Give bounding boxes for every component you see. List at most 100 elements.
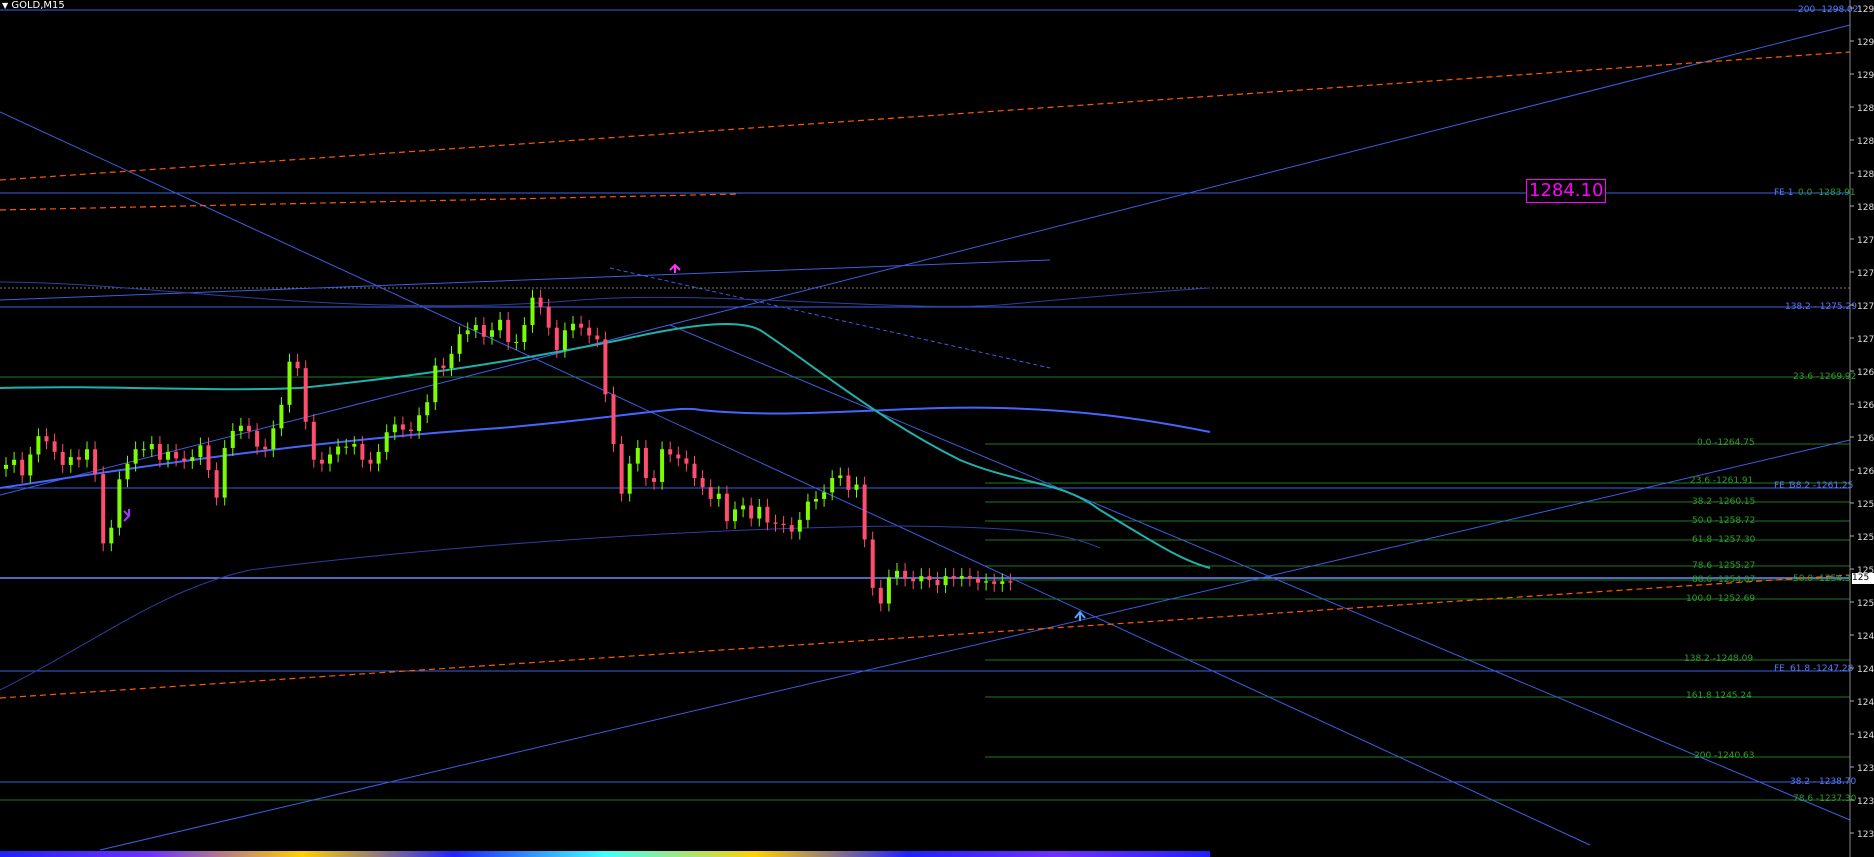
current-price-label: 125 — [1852, 573, 1874, 584]
candle-body — [311, 421, 316, 460]
candle-body — [1000, 581, 1005, 584]
fib-label: 50.0 -1254.3 — [1793, 574, 1851, 584]
fib-label: 0.0 -1264.75 — [1697, 438, 1755, 448]
candle-body — [222, 447, 227, 498]
candle-body — [449, 353, 454, 369]
fib-label: 61.8 -1247.28 — [1790, 664, 1854, 674]
candle-body — [571, 323, 575, 331]
candle-body — [376, 451, 381, 464]
candle-body — [611, 394, 616, 445]
fib-label: 200 -1298.02 — [1798, 5, 1859, 15]
candle-body — [692, 463, 697, 479]
candle-body — [1008, 581, 1013, 583]
candle-body — [959, 576, 964, 579]
candle-body — [927, 576, 932, 580]
axis-tick-label: 126 — [1857, 401, 1874, 411]
axis-tick-label: 129 — [1857, 71, 1874, 81]
axis-tick-label: 129 — [1857, 5, 1874, 15]
axis-tick-label: 128 — [1857, 137, 1874, 147]
fib-label: 78.6 -1255.27 — [1692, 561, 1755, 571]
candle-body — [684, 458, 689, 464]
candle-body — [490, 330, 494, 337]
candle-body — [546, 306, 551, 328]
candle-body — [911, 578, 916, 582]
candle-body — [190, 457, 195, 462]
candle-body — [360, 444, 365, 460]
fib-label: 88.6 -1254.07 — [1692, 575, 1755, 585]
candle-body — [441, 365, 446, 369]
candle-body — [854, 484, 859, 490]
candle-body — [93, 449, 98, 475]
axis-tick-label: 126 — [1857, 467, 1874, 477]
candle-body — [271, 428, 276, 450]
candle-body — [384, 432, 389, 452]
price-chart[interactable]: 200 -1298.02 0.0 -1283.91 138.2 - 1275.29 2… — [0, 0, 1874, 857]
candle-body — [870, 539, 875, 588]
axis-tick-label: 123 — [1857, 830, 1874, 840]
candle-body — [757, 506, 762, 519]
candle-body — [619, 444, 624, 494]
candle-body — [919, 576, 924, 582]
candle-body — [862, 484, 867, 540]
candle-body — [587, 327, 592, 336]
candle-body — [635, 447, 640, 464]
menu-triangle-icon[interactable]: ▼ — [2, 1, 8, 10]
fib-label: 23.6 -1269.92 — [1793, 372, 1856, 382]
fe-label: FE 1 — [1774, 188, 1793, 198]
candle-body — [295, 361, 300, 369]
fib-label: 38.2 -1260.15 — [1692, 497, 1755, 507]
candle-body — [28, 454, 33, 476]
candle-body — [741, 505, 746, 510]
candle-body — [830, 478, 835, 493]
candle-body — [716, 493, 721, 499]
candle-body — [652, 478, 656, 482]
candle-body — [400, 424, 405, 430]
candle-body — [352, 444, 357, 447]
fib-label: 38.2 - 1238.70 — [1790, 777, 1856, 787]
price-tag[interactable]: 1284.10 — [1526, 179, 1607, 203]
candle-body — [643, 447, 648, 479]
axis-tick-label: 127 — [1857, 236, 1874, 246]
candle-body — [838, 475, 843, 479]
candle-body — [514, 342, 519, 344]
candle-body — [781, 523, 786, 526]
axis-tick-label: 123 — [1857, 797, 1874, 807]
candle-body — [328, 454, 332, 464]
axis-tick-label: 125 — [1857, 533, 1874, 543]
candle-body — [12, 459, 17, 465]
candle-body — [319, 459, 324, 464]
candle-body — [303, 368, 308, 422]
candle-body — [708, 487, 713, 499]
candle-body — [951, 576, 956, 579]
candle-body — [895, 570, 899, 578]
candle-body — [595, 335, 600, 340]
candle-body — [660, 449, 665, 482]
axis-tick-label: 127 — [1857, 302, 1874, 312]
axis-tick-label: 129 — [1857, 38, 1874, 48]
candle-body — [174, 451, 179, 459]
candle-body — [141, 449, 146, 451]
candle-body — [797, 519, 802, 532]
candle-body — [392, 424, 397, 433]
candle-body — [417, 415, 422, 431]
symbol-text: GOLD,M15 — [11, 0, 65, 11]
candle-body — [76, 457, 81, 460]
candle-body — [133, 449, 138, 464]
candle-body — [344, 446, 349, 448]
candle-body — [85, 449, 89, 460]
axis-tick-label: 128 — [1857, 104, 1874, 114]
candle-body — [967, 576, 972, 579]
candle-body — [473, 325, 478, 331]
candle-body — [465, 330, 470, 335]
bottom-scrollbar[interactable] — [0, 851, 1210, 857]
candle-body — [522, 325, 527, 343]
candle-body — [554, 327, 559, 350]
fib-label: 38.2 -1261.25 — [1790, 481, 1853, 491]
candle-body — [886, 577, 891, 604]
candle-body — [538, 297, 543, 307]
candle-body — [822, 492, 827, 499]
candle-body — [773, 522, 778, 524]
fib-label: 61.8 -1257.30 — [1692, 535, 1756, 545]
axis-tick-label: 128 — [1857, 203, 1874, 213]
candle-body — [425, 402, 430, 416]
